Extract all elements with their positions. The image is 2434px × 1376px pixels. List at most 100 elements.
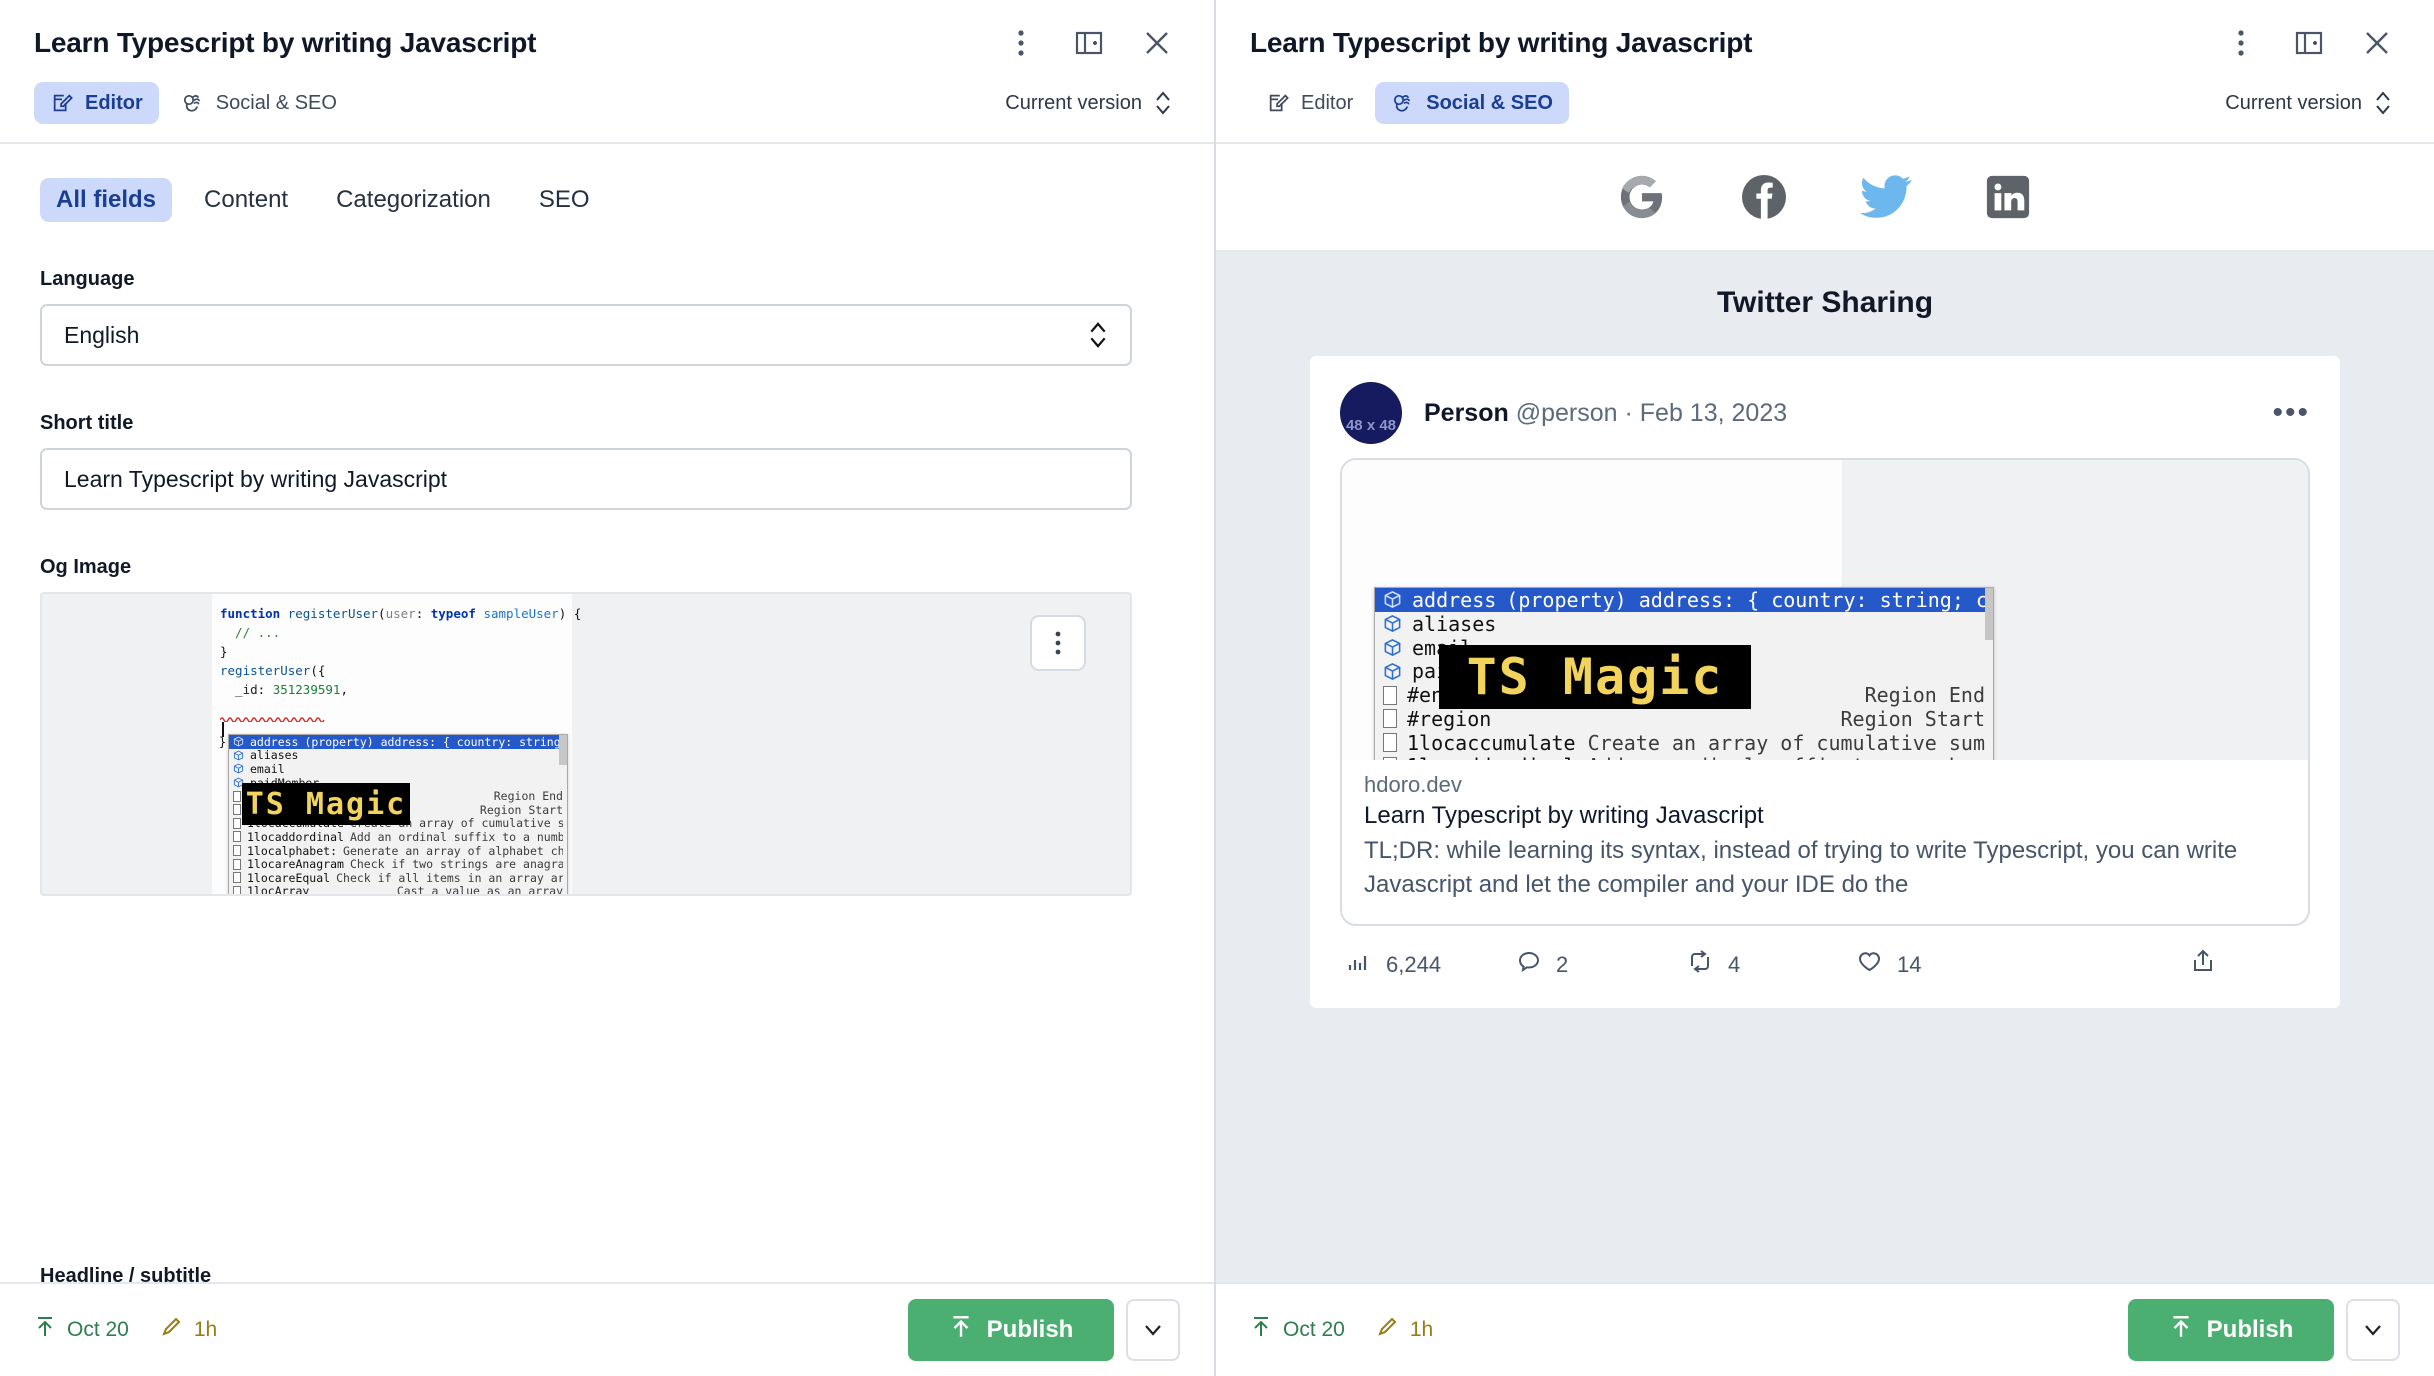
stat-analytics[interactable]: 6,244: [1346, 949, 1516, 981]
pencil-square-icon: [1266, 91, 1290, 115]
language-select[interactable]: English: [40, 304, 1132, 366]
chevron-up-down-icon: [1088, 320, 1108, 350]
autocomplete-scrollbar[interactable]: [559, 735, 567, 765]
left-footer: Oct 20 1h Publish: [0, 1282, 1214, 1376]
chevron-up-down-icon: [1154, 90, 1172, 116]
autocomplete-item[interactable]: email: [229, 762, 567, 776]
snippet-icon: [1383, 685, 1397, 705]
autocomplete-item[interactable]: 1locareEqual Check if all items in an arr…: [229, 871, 567, 885]
field-tab-seo[interactable]: SEO: [523, 178, 606, 222]
cube-icon: [233, 764, 244, 774]
share-icon: [2190, 948, 2216, 982]
tweet-card-text: hdoro.dev Learn Typescript by writing Ja…: [1342, 760, 2308, 924]
autocomplete-item[interactable]: 1localphabet: Generate an array of alphab…: [229, 844, 567, 858]
ok-hand-icon: [181, 91, 205, 115]
field-tab-all-fields[interactable]: All fields: [40, 178, 173, 222]
facebook-icon[interactable]: [1738, 171, 1790, 223]
autocomplete-item[interactable]: address (property) address: { country: st…: [1375, 588, 1993, 612]
tab-social-seo[interactable]: Social & SEO: [165, 82, 353, 124]
analytics-icon: [1346, 949, 1372, 981]
autocomplete-item-name: email: [250, 761, 285, 776]
short-title-input[interactable]: Learn Typescript by writing Javascript: [40, 448, 1132, 510]
tab-editor[interactable]: Editor: [1250, 82, 1369, 124]
split-pane-icon[interactable]: [1072, 26, 1106, 60]
autocomplete-item[interactable]: #region Region Start: [1375, 707, 1993, 731]
og-image-menu-button[interactable]: [1030, 615, 1086, 671]
publish-date-chip[interactable]: Oct 20: [1250, 1315, 1345, 1345]
social-preview-area: Twitter Sharing 48 x 48 Person @person ·…: [1216, 252, 2434, 1282]
og-image-preview[interactable]: function registerUser(user: typeof sampl…: [40, 592, 1132, 896]
cube-icon: [1384, 615, 1401, 633]
split-pane-icon[interactable]: [2292, 26, 2326, 60]
field-headline-label: Headline / subtitle: [40, 1265, 212, 1282]
autocomplete-item[interactable]: aliases: [229, 748, 567, 763]
tab-social-seo-label: Social & SEO: [215, 91, 337, 114]
more-vertical-icon[interactable]: [2224, 26, 2258, 60]
autocomplete-item-name: address: [1412, 587, 1497, 612]
autocomplete-item-desc: Cast a value as an array: [396, 884, 563, 896]
stat-retweets-value: 4: [1728, 952, 1741, 977]
tweet-link-card[interactable]: function registerUser(user: typeof sampl…: [1340, 458, 2310, 926]
publish-button[interactable]: Publish: [908, 1299, 1114, 1361]
code-line: function registerUser(user: typeof sampl…: [220, 606, 582, 621]
code-line: _id: 351239591,: [220, 682, 348, 697]
publish-date-chip[interactable]: Oct 20: [34, 1315, 129, 1345]
more-vertical-icon[interactable]: [1004, 26, 1038, 60]
autocomplete-item[interactable]: 1locaccumulate Create an array of cumulat…: [1375, 731, 1993, 755]
chevron-up-down-icon: [2374, 90, 2392, 116]
linkedin-icon[interactable]: [1982, 171, 2034, 223]
autocomplete-item[interactable]: aliases: [1375, 612, 1993, 636]
left-panel-header: Learn Typescript by writing Javascript E…: [0, 0, 1214, 142]
field-short-title-label: Short title: [40, 412, 134, 434]
tweet-more-icon[interactable]: •••: [2272, 396, 2310, 430]
cube-icon: [233, 750, 244, 761]
retweet-icon: [1686, 949, 1714, 981]
publish-button[interactable]: Publish: [2128, 1299, 2334, 1361]
autocomplete-item[interactable]: 1locareAnagram Check if two strings are a…: [229, 857, 567, 871]
close-icon[interactable]: [1140, 26, 1174, 60]
left-tabs: Editor Social & SEO: [34, 82, 353, 124]
cube-icon: [1384, 639, 1401, 656]
version-selector[interactable]: Current version: [1005, 90, 1180, 116]
autocomplete-item[interactable]: 1locaddordinal Add an ordinal suffix to a…: [229, 830, 567, 844]
autocomplete-scrollbar[interactable]: [1985, 588, 1993, 641]
stat-likes[interactable]: 14: [1856, 949, 2026, 981]
twitter-icon[interactable]: [1860, 171, 1912, 223]
publish-options-button[interactable]: [2346, 1299, 2400, 1361]
stat-retweets[interactable]: 4: [1686, 949, 1856, 981]
field-tabs: All fields Content Categorization SEO: [0, 178, 1214, 222]
close-icon[interactable]: [2360, 26, 2394, 60]
stat-replies[interactable]: 2: [1516, 949, 1686, 981]
publish-options-button[interactable]: [1126, 1299, 1180, 1361]
autocomplete-item-desc: Create an array of cumulative sum: [1587, 730, 1985, 755]
pencil-icon: [159, 1315, 183, 1345]
field-short-title: Short title Learn Typescript by writing …: [0, 412, 1214, 510]
edit-time-chip[interactable]: 1h: [159, 1315, 217, 1345]
cube-icon: [1384, 662, 1401, 680]
ok-hand-icon: [1391, 91, 1415, 115]
version-label: Current version: [1005, 91, 1142, 114]
field-tab-content[interactable]: Content: [188, 178, 304, 222]
autocomplete-item-desc: Check if two strings are anagram: [349, 857, 563, 872]
right-panel-header: Learn Typescript by writing Javascript E…: [1216, 0, 2434, 142]
preview-title: Twitter Sharing: [1716, 286, 1934, 319]
tab-social-seo[interactable]: Social & SEO: [1375, 82, 1569, 124]
autocomplete-item-name: aliases: [250, 748, 299, 763]
autocomplete-item-name: #region: [1407, 706, 1492, 731]
google-icon[interactable]: [1616, 171, 1668, 223]
snippet-icon: [233, 858, 241, 870]
edit-time-chip[interactable]: 1h: [1375, 1315, 1433, 1345]
field-tab-categorization[interactable]: Categorization: [320, 178, 507, 222]
tab-editor[interactable]: Editor: [34, 82, 159, 124]
autocomplete-item[interactable]: address (property) address: { country: st…: [229, 735, 567, 749]
stat-share[interactable]: [2026, 948, 2304, 982]
autocomplete-item[interactable]: 1locaddordinal Add an ordinal suffix to a…: [1375, 754, 1993, 760]
version-selector[interactable]: Current version: [2225, 90, 2400, 116]
autocomplete-item-name: 1locareAnagram: [247, 857, 344, 872]
publish-date-label: Oct 20: [1283, 1318, 1345, 1341]
separator: ·: [1624, 398, 1633, 427]
cube-icon: [233, 736, 244, 747]
autocomplete-item[interactable]: 1locArray Cast a value as an array: [229, 884, 567, 896]
right-panel: Learn Typescript by writing Javascript E…: [1216, 0, 2434, 1376]
autocomplete-item-desc: Check if all items in an array are equal: [336, 870, 563, 885]
